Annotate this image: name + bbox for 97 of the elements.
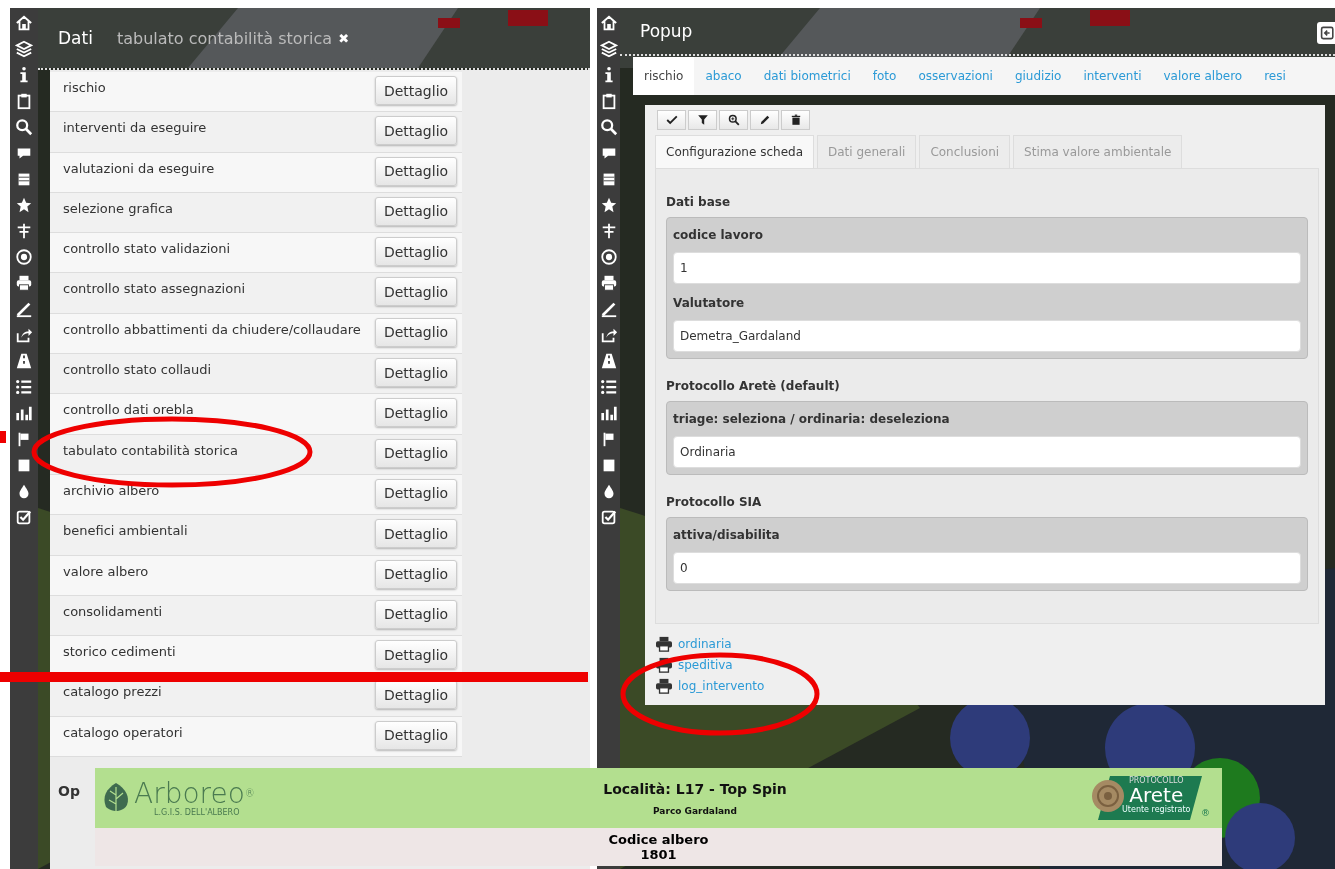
row-label: controllo abbattimenti da chiudere/collaudare <box>63 321 361 337</box>
tab[interactable]: rischio <box>633 57 695 95</box>
star-icon[interactable] <box>15 196 33 214</box>
logo-caption: PROTOCOLLO <box>1128 776 1184 785</box>
input-field[interactable]: Demetra_Gardaland <box>673 320 1301 352</box>
target-icon[interactable] <box>15 248 33 266</box>
close-icon[interactable]: ✖ <box>338 30 350 46</box>
checkbox-icon[interactable] <box>15 508 33 526</box>
home-icon[interactable] <box>15 14 33 32</box>
detail-button[interactable]: Dettaglio <box>375 76 457 105</box>
row-label: benefici ambientali <box>63 523 188 539</box>
row-label: archivio albero <box>63 482 160 498</box>
clipboard-icon[interactable] <box>15 92 33 110</box>
ruler-icon[interactable] <box>599 300 618 318</box>
search-icon[interactable] <box>15 118 33 136</box>
detail-button[interactable]: Dettaglio <box>375 358 457 388</box>
field-label: codice lavoro <box>673 228 764 242</box>
target-icon[interactable] <box>599 248 618 266</box>
bar-chart-icon[interactable] <box>15 404 33 422</box>
pole-icon[interactable] <box>15 222 33 240</box>
section-title: Dati base <box>666 195 732 209</box>
pencil-icon[interactable] <box>758 114 771 126</box>
row-label: valutazioni da eseguire <box>63 160 215 176</box>
logo-text: Arete <box>1129 785 1184 805</box>
panel-button[interactable] <box>1317 22 1335 44</box>
row-label: catalogo operatori <box>63 724 183 740</box>
search-icon[interactable] <box>599 118 618 136</box>
detail-button[interactable]: Dettaglio <box>375 599 457 629</box>
detail-button[interactable]: Dettaglio <box>375 237 457 267</box>
checkbox-icon[interactable] <box>599 508 618 526</box>
field-label: attiva/disabilita <box>673 528 781 542</box>
row-label: consolidamenti <box>63 603 163 619</box>
bar-chart-icon[interactable] <box>599 404 618 422</box>
row-label: controllo stato collaudi <box>63 362 212 378</box>
detail-button[interactable]: Dettaglio <box>375 640 457 670</box>
printer-icon[interactable] <box>655 636 673 652</box>
road-icon[interactable] <box>15 352 33 370</box>
detail-button[interactable]: Dettaglio <box>375 196 457 226</box>
star-icon[interactable] <box>599 196 618 214</box>
row-label: controllo dati orebla <box>63 402 194 418</box>
detail-button[interactable]: Dettaglio <box>375 519 457 549</box>
field-label: triage: seleziona / ordinaria: deseleziona <box>673 412 951 426</box>
ruler-icon[interactable] <box>15 300 33 318</box>
row-label: selezione grafica <box>63 200 173 216</box>
row-label: interventi da eseguire <box>63 120 207 136</box>
filter-icon[interactable] <box>696 114 709 126</box>
trash-icon[interactable] <box>789 114 802 126</box>
row-label: tabulato contabilità storica <box>63 442 238 458</box>
trademark-mark: ® <box>1201 808 1210 818</box>
layers-icon[interactable] <box>15 40 33 58</box>
input-field[interactable]: 0 <box>673 552 1301 584</box>
layers-icon[interactable] <box>599 40 618 58</box>
detail-button[interactable]: Dettaglio <box>375 438 457 468</box>
printer-icon[interactable] <box>655 657 673 673</box>
banner-title: Località: L17 - Top Spin <box>603 780 787 797</box>
detail-button[interactable]: Dettaglio <box>375 116 457 146</box>
road-icon[interactable] <box>599 352 618 370</box>
list-icon[interactable] <box>15 378 33 396</box>
detail-button[interactable]: Dettaglio <box>375 277 457 307</box>
panel-title: Dati <box>58 28 93 48</box>
detail-button[interactable]: Dettaglio <box>375 398 457 428</box>
marker-square <box>0 431 6 443</box>
detail-button[interactable]: Dettaglio <box>375 720 457 750</box>
home-icon[interactable] <box>599 14 618 32</box>
detail-button[interactable]: Dettaglio <box>375 680 457 710</box>
section-title: Protocollo SIA <box>666 495 763 509</box>
tab[interactable]: Configurazione scheda <box>655 135 814 168</box>
detail-button[interactable]: Dettaglio <box>375 478 457 508</box>
detail-button[interactable]: Dettaglio <box>375 317 457 347</box>
row-label: catalogo prezzi <box>63 684 162 700</box>
row-label: rischio <box>63 80 106 95</box>
exit-icon <box>1320 25 1335 41</box>
detail-button[interactable]: Dettaglio <box>375 156 457 186</box>
code-value: 1801 <box>640 847 677 862</box>
row-label: controllo stato assegnazioni <box>63 281 245 297</box>
zoom-icon[interactable] <box>727 114 740 126</box>
row-label: controllo stato validazioni <box>63 241 231 257</box>
input-field[interactable]: 1 <box>673 252 1301 284</box>
logo-caption: Utente registrato <box>1122 805 1191 814</box>
row-label: storico cedimenti <box>63 644 176 660</box>
section-label: Op <box>58 783 80 800</box>
input-field[interactable]: Ordinaria <box>673 436 1301 468</box>
printer-icon[interactable] <box>599 274 618 292</box>
list-icon[interactable] <box>599 378 618 396</box>
logo-tagline: L.G.I.S. DELL'ALBERO <box>154 807 241 817</box>
field-label: Valutatore <box>673 296 746 310</box>
detail-button[interactable]: Dettaglio <box>375 559 457 589</box>
row-label: valore albero <box>63 563 149 579</box>
section-title: Protocollo Aretè (default) <box>666 379 841 393</box>
logo-text: Arboreo® <box>134 779 255 808</box>
banner-subtitle: Parco Gardaland <box>653 805 737 816</box>
panel-title: Popup <box>640 21 693 41</box>
check-icon[interactable] <box>665 114 678 126</box>
code-label: Codice albero <box>608 832 709 847</box>
printer-icon[interactable] <box>15 274 33 292</box>
panel-tab[interactable]: tabulato contabilità storica ✖ <box>116 28 350 48</box>
printer-icon[interactable] <box>655 678 673 694</box>
